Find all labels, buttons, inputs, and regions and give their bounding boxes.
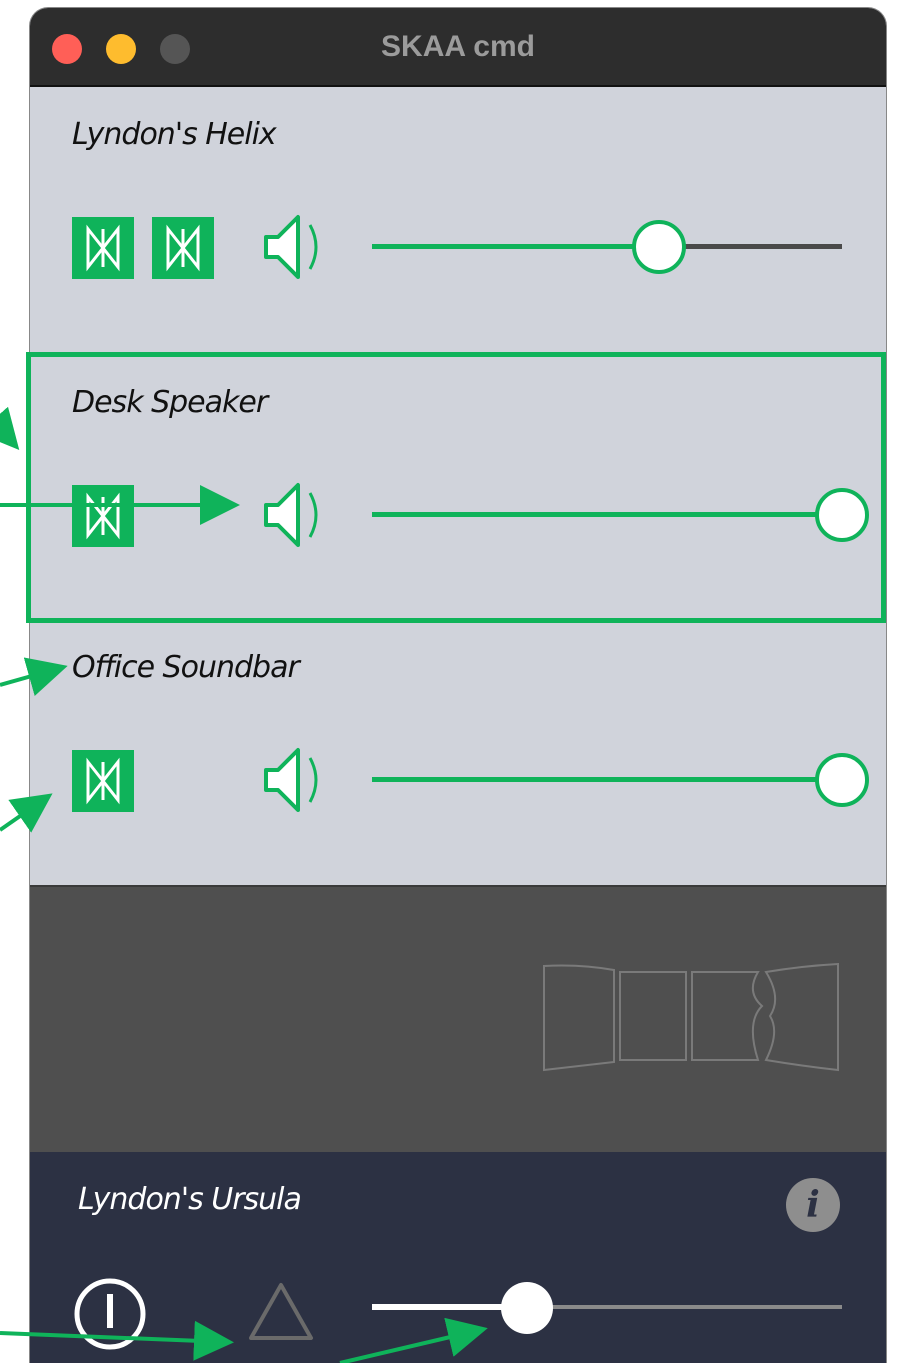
volume-slider-knob[interactable]	[631, 220, 686, 274]
app-window: SKAA cmd Lyndon's Helix Desk Speaker Off…	[30, 8, 886, 1363]
volume-slider[interactable]	[372, 777, 842, 782]
volume-slider-knob[interactable]	[815, 753, 869, 807]
host-volume-slider[interactable]	[527, 1305, 842, 1309]
window-title: SKAA cmd	[381, 30, 535, 63]
transmitter-icon[interactable]	[72, 750, 134, 812]
transmitter-icon[interactable]	[152, 217, 214, 279]
device-row: Lyndon's Helix	[30, 87, 886, 355]
power-icon[interactable]	[70, 1274, 150, 1354]
speaker-icon[interactable]	[262, 475, 332, 555]
volume-slider[interactable]	[372, 512, 842, 517]
info-icon[interactable]: i	[786, 1178, 840, 1232]
skaa-logo-icon	[543, 962, 839, 1072]
volume-slider-knob[interactable]	[815, 488, 869, 542]
device-row: Desk Speaker	[30, 355, 886, 623]
host-name: Lyndon's Ursula	[78, 1182, 302, 1217]
device-name: Desk Speaker	[72, 385, 268, 420]
host-footer: Lyndon's Ursula i	[30, 1152, 886, 1363]
empty-device-area	[30, 885, 886, 1152]
title-bar: SKAA cmd	[30, 8, 886, 87]
triangle-icon[interactable]	[246, 1280, 316, 1344]
transmitter-icon[interactable]	[72, 217, 134, 279]
host-volume-knob[interactable]	[501, 1282, 554, 1334]
device-name: Lyndon's Helix	[72, 117, 277, 152]
speaker-icon[interactable]	[262, 740, 332, 820]
device-name: Office Soundbar	[72, 650, 300, 685]
volume-slider[interactable]	[372, 244, 842, 249]
transmitter-icon[interactable]	[72, 485, 134, 547]
device-row: Office Soundbar	[30, 620, 886, 888]
speaker-icon[interactable]	[262, 207, 332, 287]
